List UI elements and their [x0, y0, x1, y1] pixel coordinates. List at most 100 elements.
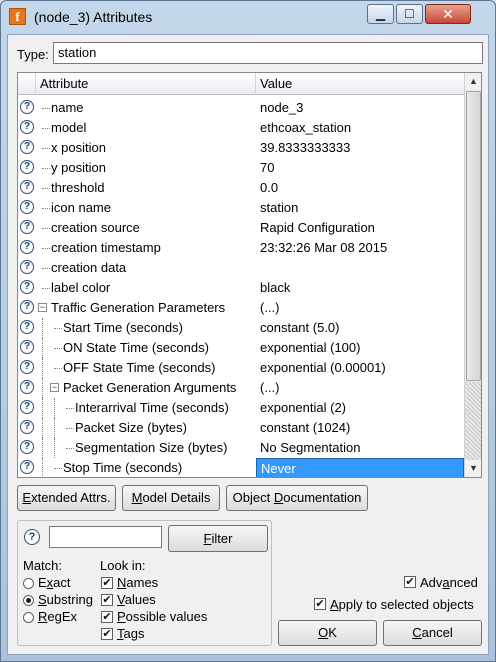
- maximize-button[interactable]: ☐: [396, 4, 423, 24]
- attribute-cell[interactable]: Packet Size (bytes): [36, 418, 256, 438]
- table-row[interactable]: ? threshold 0.0: [18, 178, 464, 198]
- table-row[interactable]: ? − Packet Generation Arguments (...): [18, 378, 464, 398]
- match-option-label[interactable]: Substring: [38, 592, 93, 607]
- ok-button[interactable]: OK: [278, 620, 377, 646]
- help-icon[interactable]: ?: [20, 300, 34, 314]
- help-icon[interactable]: ?: [20, 180, 34, 194]
- match-radio[interactable]: [23, 612, 34, 623]
- table-row[interactable]: ? Stop Time (seconds) Never: [18, 458, 464, 477]
- look-in-option-label[interactable]: Values: [117, 592, 156, 607]
- header-attribute[interactable]: Attribute: [36, 73, 256, 95]
- table-row[interactable]: ? name node_3: [18, 98, 464, 118]
- value-cell[interactable]: (...): [256, 378, 464, 398]
- value-cell[interactable]: exponential (100): [256, 338, 464, 358]
- look-in-option-label[interactable]: Names: [117, 575, 158, 590]
- look-in-checkbox[interactable]: ✔: [101, 594, 113, 606]
- help-icon[interactable]: ?: [20, 120, 34, 134]
- advanced-checkbox[interactable]: ✔: [404, 576, 416, 588]
- table-row[interactable]: ? Packet Size (bytes) constant (1024): [18, 418, 464, 438]
- match-option-label[interactable]: RegEx: [38, 609, 77, 624]
- attribute-cell[interactable]: OFF State Time (seconds): [36, 358, 256, 378]
- help-icon[interactable]: ?: [20, 200, 34, 214]
- table-row[interactable]: ? − Traffic Generation Parameters (...): [18, 298, 464, 318]
- value-cell[interactable]: 23:32:26 Mar 08 2015: [256, 238, 464, 258]
- help-icon[interactable]: ?: [20, 440, 34, 454]
- collapse-icon[interactable]: −: [50, 383, 59, 392]
- value-cell[interactable]: 0.0: [256, 178, 464, 198]
- attribute-cell[interactable]: − Packet Generation Arguments: [36, 378, 256, 398]
- attribute-cell[interactable]: icon name: [36, 198, 256, 218]
- apply-selected-label[interactable]: Apply to selected objects: [330, 597, 474, 612]
- extended-attrs-button[interactable]: Extended Attrs.: [17, 485, 116, 511]
- table-row[interactable]: ? y position 70: [18, 158, 464, 178]
- table-row[interactable]: ? model ethcoax_station: [18, 118, 464, 138]
- value-cell[interactable]: ethcoax_station: [256, 118, 464, 138]
- collapse-icon[interactable]: −: [38, 303, 47, 312]
- scroll-track[interactable]: [465, 382, 481, 460]
- help-icon[interactable]: ?: [20, 260, 34, 274]
- value-cell[interactable]: 70: [256, 158, 464, 178]
- table-scrollbar[interactable]: ▲ ▼: [464, 73, 481, 477]
- table-row[interactable]: ? icon name station: [18, 198, 464, 218]
- help-icon[interactable]: ?: [20, 400, 34, 414]
- attribute-cell[interactable]: Segmentation Size (bytes): [36, 438, 256, 458]
- value-cell[interactable]: exponential (0.00001): [256, 358, 464, 378]
- table-row[interactable]: ? x position 39.8333333333: [18, 138, 464, 158]
- help-icon[interactable]: ?: [20, 420, 34, 434]
- value-cell[interactable]: Rapid Configuration: [256, 218, 464, 238]
- table-row[interactable]: ? ON State Time (seconds) exponential (100…: [18, 338, 464, 358]
- attribute-cell[interactable]: creation data: [36, 258, 256, 278]
- help-icon[interactable]: ?: [20, 360, 34, 374]
- help-icon[interactable]: ?: [20, 340, 34, 354]
- help-icon[interactable]: ?: [20, 380, 34, 394]
- help-icon[interactable]: ?: [20, 100, 34, 114]
- apply-selected-checkbox[interactable]: ✔: [314, 598, 326, 610]
- close-button[interactable]: ✕: [425, 4, 471, 24]
- match-option-label[interactable]: Exact: [38, 575, 71, 590]
- value-cell[interactable]: No Segmentation: [256, 438, 464, 458]
- help-icon[interactable]: ?: [20, 240, 34, 254]
- attribute-cell[interactable]: ON State Time (seconds): [36, 338, 256, 358]
- value-cell[interactable]: black: [256, 278, 464, 298]
- attribute-cell[interactable]: creation timestamp: [36, 238, 256, 258]
- value-cell[interactable]: exponential (2): [256, 398, 464, 418]
- scroll-up-arrow-icon[interactable]: ▲: [465, 73, 481, 90]
- look-in-checkbox[interactable]: ✔: [101, 577, 113, 589]
- attribute-cell[interactable]: creation source: [36, 218, 256, 238]
- filter-button[interactable]: Filter: [168, 525, 268, 552]
- value-cell[interactable]: node_3: [256, 98, 464, 118]
- scroll-down-arrow-icon[interactable]: ▼: [465, 460, 481, 477]
- value-cell[interactable]: Never: [256, 458, 464, 477]
- scroll-thumb[interactable]: [466, 91, 481, 381]
- look-in-option-label[interactable]: Possible values: [117, 609, 207, 624]
- header-value[interactable]: Value: [256, 73, 464, 95]
- attribute-cell[interactable]: x position: [36, 138, 256, 158]
- help-icon[interactable]: ?: [20, 460, 34, 474]
- attribute-cell[interactable]: Start Time (seconds): [36, 318, 256, 338]
- value-cell[interactable]: constant (1024): [256, 418, 464, 438]
- title-bar[interactable]: f (node_3) Attributes ▁ ☐ ✕: [1, 1, 495, 33]
- look-in-option-label[interactable]: Tags: [117, 626, 144, 641]
- table-row[interactable]: ? Interarrival Time (seconds) exponential …: [18, 398, 464, 418]
- table-row[interactable]: ? OFF State Time (seconds) exponential (0.…: [18, 358, 464, 378]
- value-cell[interactable]: station: [256, 198, 464, 218]
- attribute-cell[interactable]: label color: [36, 278, 256, 298]
- help-icon[interactable]: ?: [20, 140, 34, 154]
- advanced-label[interactable]: Advanced: [420, 575, 478, 590]
- help-icon[interactable]: ?: [20, 320, 34, 334]
- attribute-cell[interactable]: threshold: [36, 178, 256, 198]
- filter-input[interactable]: [49, 526, 162, 548]
- cancel-button[interactable]: Cancel: [383, 620, 482, 646]
- attribute-cell[interactable]: model: [36, 118, 256, 138]
- attribute-cell[interactable]: y position: [36, 158, 256, 178]
- table-row[interactable]: ? creation data: [18, 258, 464, 278]
- minimize-button[interactable]: ▁: [367, 4, 394, 24]
- value-cell[interactable]: [256, 258, 464, 278]
- model-details-button[interactable]: Model Details: [122, 485, 220, 511]
- match-radio[interactable]: [23, 595, 34, 606]
- type-field[interactable]: station: [53, 42, 483, 64]
- table-row[interactable]: ? creation source Rapid Configuration: [18, 218, 464, 238]
- attribute-cell[interactable]: Interarrival Time (seconds): [36, 398, 256, 418]
- table-row[interactable]: ? Segmentation Size (bytes) No Segmentatio…: [18, 438, 464, 458]
- table-row[interactable]: ? Start Time (seconds) constant (5.0): [18, 318, 464, 338]
